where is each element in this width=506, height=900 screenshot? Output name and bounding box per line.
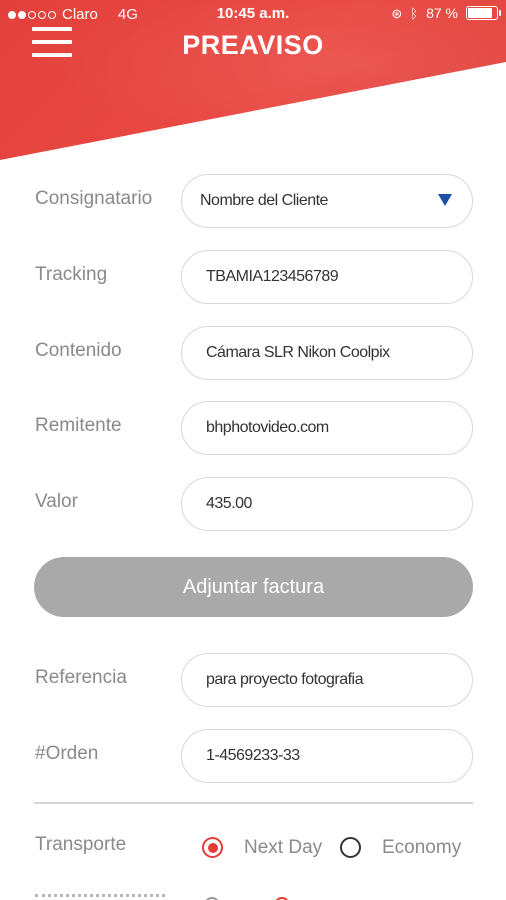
page-title: PREAVISO (182, 30, 324, 60)
bluetooth-icon: ᛒ (410, 5, 419, 21)
battery-percent: 87 % (426, 5, 458, 21)
contenido-label: Contenido (35, 340, 122, 361)
valor-value: 435.00 (206, 495, 252, 512)
battery-icon (466, 6, 501, 20)
contenido-input[interactable]: Cámara SLR Nikon Coolpix (181, 326, 473, 380)
referencia-label: Referencia (35, 667, 127, 688)
economy-label[interactable]: Economy (382, 837, 461, 859)
remitente-input[interactable]: bhphotovideo.com (181, 401, 473, 455)
orden-row: #Orden 1-4569233-33 (0, 729, 506, 783)
remitente-value: bhphotovideo.com (206, 419, 329, 436)
orden-label: #Orden (35, 743, 99, 764)
next-day-radio[interactable] (202, 837, 223, 858)
next-row-partial (0, 890, 506, 900)
valor-input[interactable]: 435.00 (181, 477, 473, 531)
valor-label: Valor (35, 491, 78, 512)
consignatario-label: Consignatario (35, 188, 153, 209)
contenido-row: Contenido Cámara SLR Nikon Coolpix (0, 326, 506, 380)
valor-row: Valor 435.00 (0, 477, 506, 531)
remitente-row: Remitente bhphotovideo.com (0, 401, 506, 455)
referencia-value: para proyecto fotografia (206, 671, 364, 688)
orden-value: 1-4569233-33 (206, 747, 300, 764)
next-day-label[interactable]: Next Day (244, 837, 322, 859)
tracking-value: TBAMIA123456789 (206, 268, 339, 285)
referencia-input[interactable]: para proyecto fotografia (181, 653, 473, 707)
consignatario-row: Consignatario Nombre del Cliente (0, 174, 506, 228)
tracking-label: Tracking (35, 264, 108, 285)
orden-input[interactable]: 1-4569233-33 (181, 729, 473, 783)
tracking-row: Tracking TBAMIA123456789 (0, 250, 506, 304)
consignatario-select[interactable]: Nombre del Cliente (181, 174, 473, 228)
status-bar: Claro 4G 10:45 a.m. ⊛ ᛒ 87 % (0, 0, 506, 28)
status-right: ⊛ ᛒ 87 % (391, 5, 501, 21)
transporte-row: Transporte Next Day Economy (0, 830, 506, 866)
divider (34, 802, 473, 804)
contenido-value: Cámara SLR Nikon Coolpix (206, 344, 390, 361)
orientation-lock-icon: ⊛ (391, 5, 403, 21)
economy-radio[interactable] (340, 837, 361, 858)
preaviso-screen: Claro 4G 10:45 a.m. ⊛ ᛒ 87 % PREAVISO Co… (0, 0, 506, 900)
tracking-input[interactable]: TBAMIA123456789 (181, 250, 473, 304)
transporte-label: Transporte (35, 834, 127, 855)
attach-invoice-button[interactable]: Adjuntar factura (34, 557, 473, 617)
dropdown-caret-icon (438, 194, 452, 206)
consignatario-value: Nombre del Cliente (200, 192, 328, 209)
partial-label (35, 894, 165, 900)
remitente-label: Remitente (35, 415, 122, 436)
referencia-row: Referencia para proyecto fotografia (0, 653, 506, 707)
